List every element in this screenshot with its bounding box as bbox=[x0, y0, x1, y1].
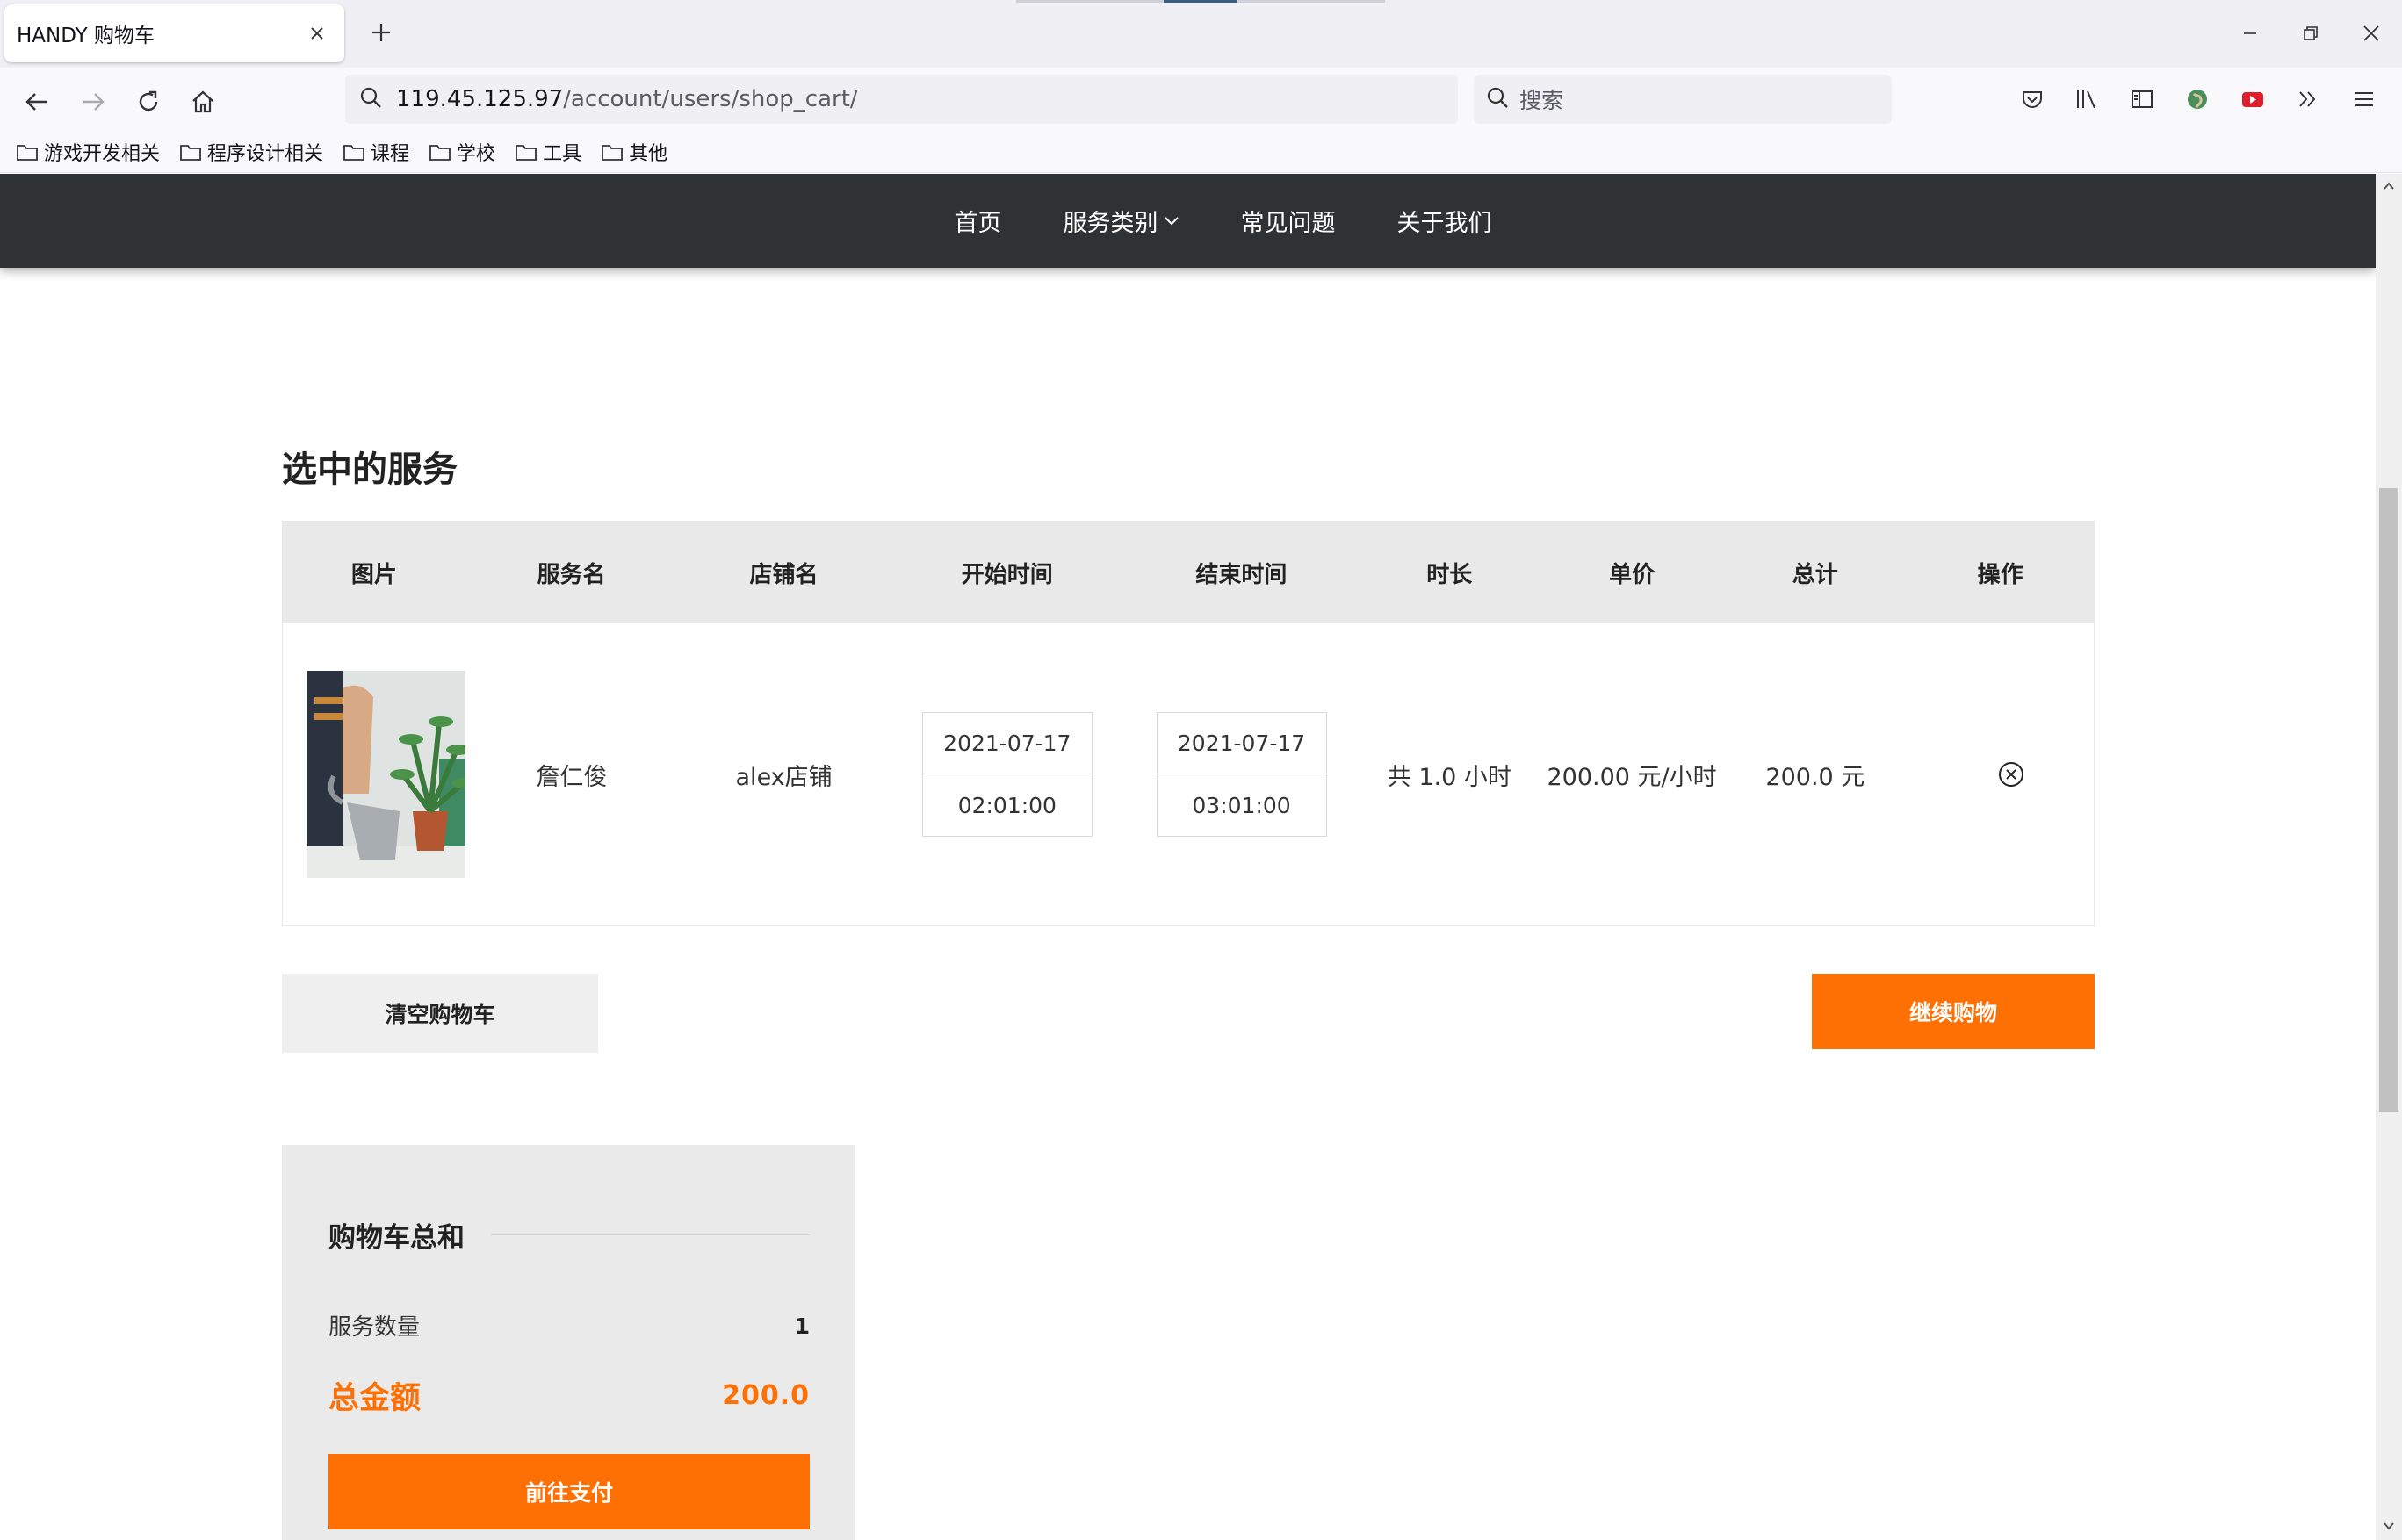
unit-price: 200.00 元/小时 bbox=[1547, 763, 1717, 791]
close-tab-icon[interactable] bbox=[302, 18, 332, 48]
cart-table: 图片 服务名 店铺名 开始时间 结束时间 时长 单价 总计 操作 詹仁俊 ale… bbox=[282, 521, 2095, 926]
reload-icon[interactable] bbox=[129, 83, 168, 121]
clear-cart-button[interactable]: 清空购物车 bbox=[282, 974, 598, 1053]
start-date-field: 2021-07-17 bbox=[921, 712, 1093, 774]
overflow-chevron-icon[interactable] bbox=[2289, 80, 2327, 119]
scroll-up-arrow-icon bbox=[2384, 182, 2394, 190]
page-viewport: 首页 服务类别 常见问题 关于我们 选中的服务 图片 服务名 店铺名 开始时间 … bbox=[0, 174, 2402, 1540]
back-arrow-icon[interactable] bbox=[18, 83, 56, 121]
start-time-cell: 2021-07-17 02:01:00 bbox=[890, 712, 1124, 837]
menu-hamburger-icon[interactable] bbox=[2345, 80, 2384, 119]
service-count-value: 1 bbox=[794, 1313, 810, 1339]
folder-icon bbox=[516, 145, 537, 161]
nav-about-us[interactable]: 关于我们 bbox=[1397, 204, 1492, 238]
total-amount-label: 总金额 bbox=[328, 1381, 422, 1416]
section-title: 选中的服务 bbox=[282, 450, 458, 490]
duration: 共 1.0 小时 bbox=[1387, 763, 1511, 791]
summary-divider bbox=[491, 1234, 810, 1235]
summary-title-row: 购物车总和 bbox=[328, 1215, 810, 1255]
forward-arrow-icon[interactable] bbox=[74, 83, 112, 121]
cart-summary: 购物车总和 服务数量 1 总金额 200.0 前往支付 bbox=[282, 1145, 855, 1540]
folder-icon bbox=[429, 145, 451, 161]
library-icon[interactable] bbox=[2067, 80, 2106, 119]
bookmark-folder-courses[interactable]: 课程 bbox=[343, 138, 409, 166]
scroll-down-arrow-icon bbox=[2384, 1522, 2394, 1530]
scrollbar-thumb[interactable] bbox=[2379, 488, 2398, 1112]
extension-globe-icon[interactable] bbox=[2178, 80, 2217, 119]
bookmark-folder-tools[interactable]: 工具 bbox=[515, 138, 581, 166]
bookmark-folder-game-dev[interactable]: 游戏开发相关 bbox=[16, 138, 160, 166]
search-icon bbox=[359, 86, 382, 112]
remove-item-icon[interactable] bbox=[1997, 760, 2025, 788]
nav-service-categories[interactable]: 服务类别 bbox=[1064, 204, 1179, 238]
service-image-cell bbox=[283, 671, 465, 878]
browser-tab-active[interactable]: HANDY 购物车 bbox=[4, 4, 344, 62]
column-header-actions: 操作 bbox=[1977, 561, 2023, 588]
column-header-start-time: 开始时间 bbox=[961, 561, 1053, 588]
search-icon bbox=[1486, 86, 1509, 112]
actions-cell bbox=[1907, 760, 2094, 788]
page-scrollbar[interactable] bbox=[2376, 174, 2402, 1540]
service-image[interactable] bbox=[307, 671, 465, 878]
url-host: 119.45.125.97 bbox=[396, 86, 564, 112]
browser-search-field[interactable]: 搜索 bbox=[1474, 75, 1892, 124]
table-row: 詹仁俊 alex店铺 2021-07-17 02:01:00 2021-07-1… bbox=[283, 623, 2094, 925]
tab-title: HANDY 购物车 bbox=[17, 25, 155, 47]
table-header-row: 图片 服务名 店铺名 开始时间 结束时间 时长 单价 总计 操作 bbox=[283, 522, 2094, 623]
shop-name: alex店铺 bbox=[735, 763, 833, 791]
row-total: 200.0 元 bbox=[1765, 763, 1865, 791]
bookmark-folder-other[interactable]: 其他 bbox=[601, 138, 667, 166]
summary-title: 购物车总和 bbox=[328, 1222, 465, 1254]
chevron-down-icon bbox=[1164, 216, 1179, 225]
pocket-icon[interactable] bbox=[2013, 80, 2052, 119]
browser-tab-strip: HANDY 购物车 bbox=[0, 0, 2402, 68]
folder-icon bbox=[602, 145, 623, 161]
column-header-unit-price: 单价 bbox=[1608, 561, 1655, 588]
checkout-button[interactable]: 前往支付 bbox=[328, 1454, 810, 1529]
bookmark-folder-programming[interactable]: 程序设计相关 bbox=[179, 138, 323, 166]
new-tab-icon[interactable] bbox=[364, 15, 399, 50]
sidebar-icon[interactable] bbox=[2123, 80, 2161, 119]
service-count-label: 服务数量 bbox=[328, 1314, 421, 1341]
folder-icon bbox=[17, 145, 38, 161]
search-placeholder: 搜索 bbox=[1519, 88, 1564, 113]
end-time-field: 03:01:00 bbox=[1156, 774, 1327, 837]
tab-strip-indicator bbox=[1016, 0, 1385, 3]
column-header-end-time: 结束时间 bbox=[1195, 561, 1288, 588]
main-menu: 首页 服务类别 常见问题 关于我们 bbox=[955, 204, 1492, 238]
folder-icon bbox=[180, 145, 201, 161]
nav-home[interactable]: 首页 bbox=[955, 204, 1002, 238]
service-name[interactable]: 詹仁俊 bbox=[465, 758, 678, 792]
site-header: 首页 服务类别 常见问题 关于我们 bbox=[0, 174, 2376, 268]
column-header-duration: 时长 bbox=[1426, 561, 1473, 588]
continue-shopping-button[interactable]: 继续购物 bbox=[1812, 974, 2095, 1049]
close-window-icon[interactable] bbox=[2350, 12, 2392, 54]
address-bar[interactable]: 119.45.125.97/account/users/shop_cart/ bbox=[345, 75, 1458, 124]
column-header-shop-name: 店铺名 bbox=[749, 561, 819, 588]
end-date-field: 2021-07-17 bbox=[1156, 712, 1327, 774]
minimize-icon[interactable] bbox=[2229, 12, 2271, 54]
url-path: /account/users/shop_cart/ bbox=[563, 86, 858, 112]
start-time-field: 02:01:00 bbox=[921, 774, 1093, 837]
column-header-image: 图片 bbox=[350, 561, 397, 588]
end-time-cell: 2021-07-17 03:01:00 bbox=[1124, 712, 1359, 837]
column-header-service-name: 服务名 bbox=[537, 561, 606, 588]
restore-icon[interactable] bbox=[2290, 12, 2332, 54]
bookmarks-bar: 游戏开发相关 程序设计相关 课程 学校 工具 其他 bbox=[0, 132, 2402, 173]
home-icon[interactable] bbox=[184, 83, 222, 121]
total-amount-value: 200.0 bbox=[722, 1380, 810, 1411]
bookmark-folder-school[interactable]: 学校 bbox=[429, 138, 495, 166]
column-header-total: 总计 bbox=[1792, 561, 1838, 588]
video-extension-icon[interactable] bbox=[2233, 80, 2272, 119]
nav-faq[interactable]: 常见问题 bbox=[1241, 204, 1336, 238]
folder-icon bbox=[343, 145, 364, 161]
